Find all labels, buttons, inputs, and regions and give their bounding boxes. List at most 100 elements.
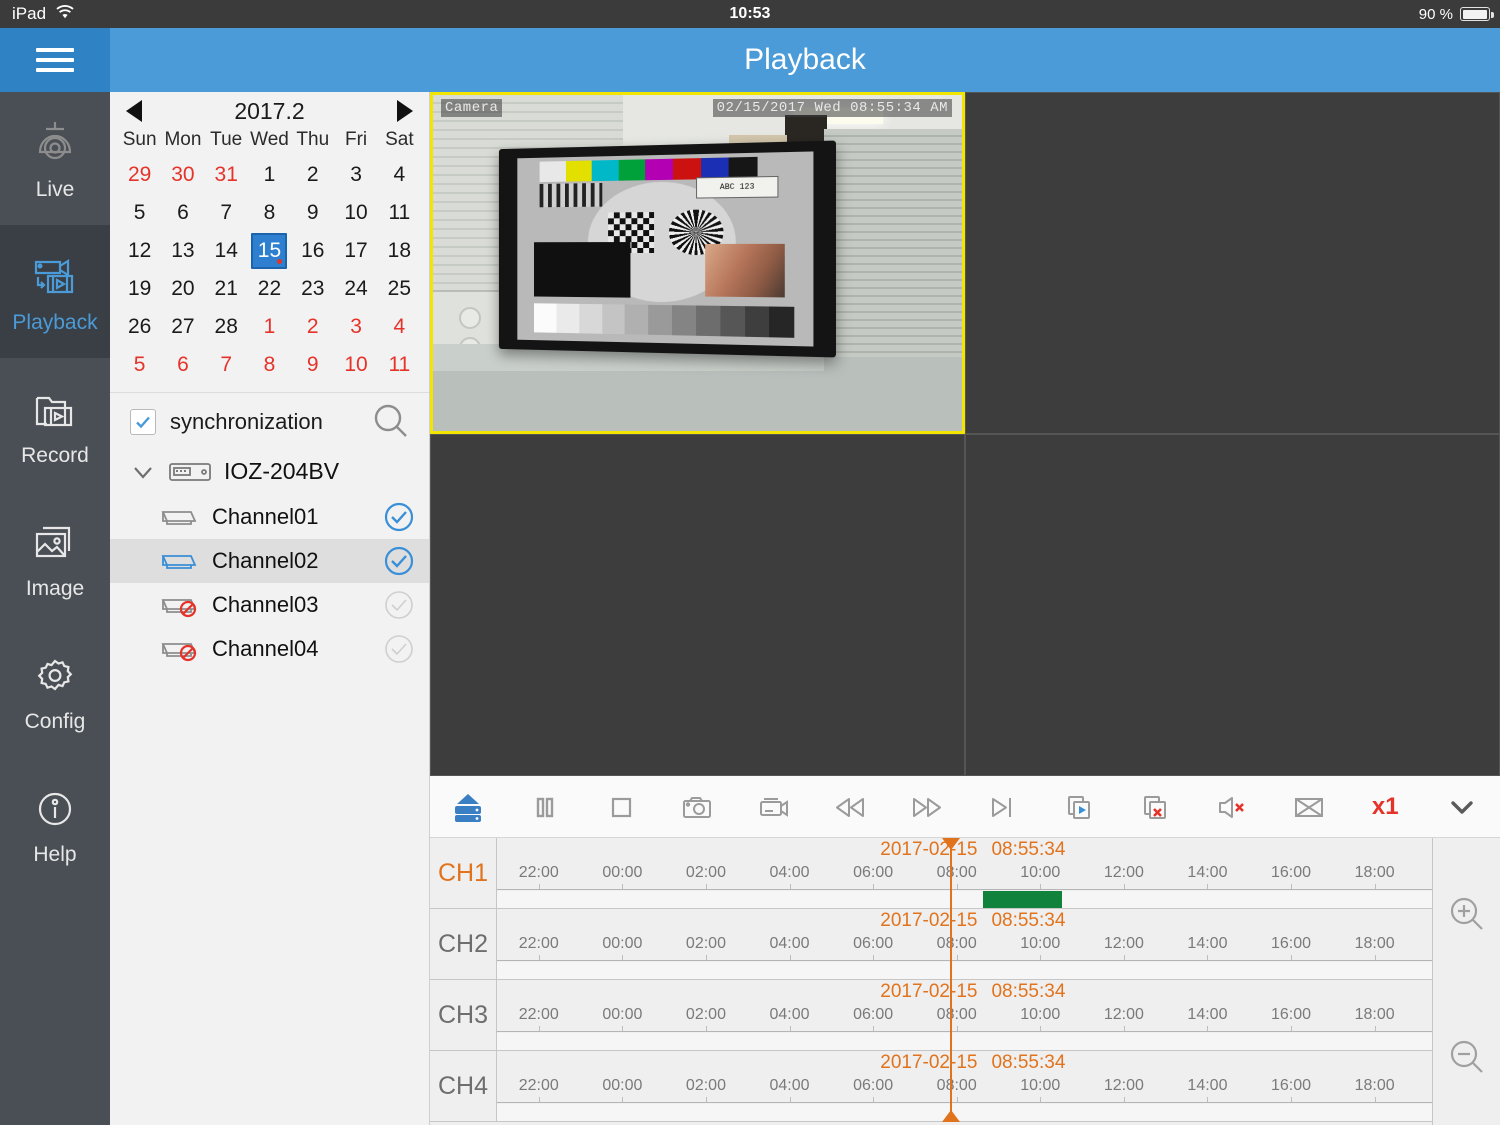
calendar-day-26[interactable]: 26 bbox=[118, 308, 161, 346]
timeline-panel[interactable]: CH1 2017-02-15 08:55:34 22:00 00:00 02:00 04:0… bbox=[430, 838, 1500, 1125]
calendar-day-30[interactable]: 30 bbox=[161, 156, 204, 194]
calendar-day-17[interactable]: 17 bbox=[334, 232, 377, 270]
calendar-day-9[interactable]: 9 bbox=[291, 194, 334, 232]
zoom-out-icon[interactable] bbox=[1445, 1036, 1489, 1080]
calendar-day-1[interactable]: 1 bbox=[248, 156, 291, 194]
snapshot-camera-icon[interactable] bbox=[659, 776, 735, 838]
timeline-row-ch4[interactable]: CH4 2017-02-15 08:55:34 22:00 00:00 02:00 04:0… bbox=[430, 1051, 1500, 1122]
calendar-day-28[interactable]: 28 bbox=[205, 308, 248, 346]
calendar-day-5[interactable]: 5 bbox=[118, 346, 161, 384]
video-pane-1[interactable]: ABC 123 Camera 02/15/2017 Wed 08:55:34 A… bbox=[430, 92, 965, 434]
calendar-day-10[interactable]: 10 bbox=[334, 194, 377, 232]
right-arrow-icon[interactable] bbox=[396, 100, 413, 122]
calendar-day-8[interactable]: 8 bbox=[248, 194, 291, 232]
calendar-day-16[interactable]: 16 bbox=[291, 232, 334, 270]
timeline-track[interactable]: 2017-02-15 08:55:34 22:00 00:00 02:00 04:00 06… bbox=[497, 1051, 1500, 1121]
channel-checkbox[interactable] bbox=[383, 545, 415, 577]
calendar-day-29[interactable]: 29 bbox=[118, 156, 161, 194]
fast-forward-icon[interactable] bbox=[889, 776, 965, 838]
channel-row-1[interactable]: Channel01 bbox=[110, 495, 429, 539]
channel-checkbox[interactable] bbox=[383, 589, 415, 621]
timeline-record-bars[interactable] bbox=[497, 1104, 1500, 1121]
fullscreen-icon[interactable] bbox=[1271, 776, 1347, 838]
pause-icon[interactable] bbox=[506, 776, 582, 838]
sidebar-item-record[interactable]: Record bbox=[0, 358, 110, 491]
zoom-in-icon[interactable] bbox=[1445, 893, 1489, 937]
timeline-row-ch3[interactable]: CH3 2017-02-15 08:55:34 22:00 00:00 02:00 04:0… bbox=[430, 980, 1500, 1051]
calendar-day-22[interactable]: 22 bbox=[248, 270, 291, 308]
next-frame-icon[interactable] bbox=[965, 776, 1041, 838]
calendar-day-6[interactable]: 6 bbox=[161, 194, 204, 232]
storage-device-icon[interactable] bbox=[430, 776, 506, 838]
search-magnifier-icon[interactable] bbox=[369, 400, 413, 444]
video-pane-3[interactable] bbox=[430, 434, 965, 776]
sidebar-item-image[interactable]: Image bbox=[0, 491, 110, 624]
timeline-row-ch1[interactable]: CH1 2017-02-15 08:55:34 22:00 00:00 02:00 04:0… bbox=[430, 838, 1500, 909]
timeline-track[interactable]: 2017-02-15 08:55:34 22:00 00:00 02:00 04:00 06… bbox=[497, 838, 1500, 908]
rewind-icon[interactable] bbox=[812, 776, 888, 838]
calendar-day-7[interactable]: 7 bbox=[205, 346, 248, 384]
channel-row-3[interactable]: Channel03 bbox=[110, 583, 429, 627]
calendar-day-2[interactable]: 2 bbox=[291, 156, 334, 194]
calendar-day-27[interactable]: 27 bbox=[161, 308, 204, 346]
video-pane-2[interactable] bbox=[965, 92, 1500, 434]
calendar-day-4[interactable]: 4 bbox=[378, 308, 421, 346]
calendar-day-3[interactable]: 3 bbox=[334, 308, 377, 346]
calendar-day-6[interactable]: 6 bbox=[161, 346, 204, 384]
timeline-record-segment[interactable] bbox=[983, 891, 1062, 908]
calendar-day-20[interactable]: 20 bbox=[161, 270, 204, 308]
calendar-day-1[interactable]: 1 bbox=[248, 308, 291, 346]
calendar-day-24[interactable]: 24 bbox=[334, 270, 377, 308]
calendar-day-14[interactable]: 14 bbox=[205, 232, 248, 270]
sidebar-item-config[interactable]: Config bbox=[0, 624, 110, 757]
timeline-record-bars[interactable] bbox=[497, 1033, 1500, 1050]
calendar-day-12[interactable]: 12 bbox=[118, 232, 161, 270]
calendar-day-10[interactable]: 10 bbox=[334, 346, 377, 384]
hamburger-menu-icon[interactable] bbox=[0, 28, 110, 92]
synchronization-checkbox[interactable] bbox=[130, 408, 156, 435]
calendar-day-7[interactable]: 7 bbox=[205, 194, 248, 232]
timeline-track[interactable]: 2017-02-15 08:55:34 22:00 00:00 02:00 04:00 06… bbox=[497, 909, 1500, 979]
calendar-day-23[interactable]: 23 bbox=[291, 270, 334, 308]
left-arrow-icon[interactable] bbox=[126, 100, 142, 122]
calendar-day-5[interactable]: 5 bbox=[118, 194, 161, 232]
mute-icon[interactable] bbox=[1194, 776, 1270, 838]
channel-checkbox[interactable] bbox=[383, 501, 415, 533]
timeline-record-bars[interactable] bbox=[497, 891, 1500, 908]
collapse-chevron-icon[interactable] bbox=[1423, 776, 1499, 838]
calendar-day-21[interactable]: 21 bbox=[205, 270, 248, 308]
timeline-track[interactable]: 2017-02-15 08:55:34 22:00 00:00 02:00 04:00 06… bbox=[497, 980, 1500, 1050]
calendar-day-9[interactable]: 9 bbox=[291, 346, 334, 384]
stop-icon[interactable] bbox=[583, 776, 659, 838]
calendar-day-18[interactable]: 18 bbox=[378, 232, 421, 270]
sidebar-item-help[interactable]: Help bbox=[0, 757, 110, 890]
calendar-day-13[interactable]: 13 bbox=[161, 232, 204, 270]
sidebar-item-playback[interactable]: Playback bbox=[0, 225, 110, 358]
calendar-day-4[interactable]: 4 bbox=[378, 156, 421, 194]
channel-checkbox[interactable] bbox=[383, 633, 415, 665]
calendar-day-25[interactable]: 25 bbox=[378, 270, 421, 308]
calendar-day-8[interactable]: 8 bbox=[248, 346, 291, 384]
timeline-row-ch2[interactable]: CH2 2017-02-15 08:55:34 22:00 00:00 02:00 04:0… bbox=[430, 909, 1500, 980]
calendar-day-11[interactable]: 11 bbox=[378, 194, 421, 232]
calendar-day-19[interactable]: 19 bbox=[118, 270, 161, 308]
speed-indicator[interactable]: x1 bbox=[1347, 776, 1423, 838]
clip-start-icon[interactable] bbox=[1041, 776, 1117, 838]
channel-row-4[interactable]: Channel04 bbox=[110, 627, 429, 671]
calendar-day-11[interactable]: 11 bbox=[378, 346, 421, 384]
channel-row-2[interactable]: Channel02 bbox=[110, 539, 429, 583]
calendar-day-label: 5 bbox=[133, 201, 146, 224]
synchronization-row[interactable]: synchronization bbox=[110, 392, 429, 450]
calendar-day-2[interactable]: 2 bbox=[291, 308, 334, 346]
chevron-down-icon[interactable] bbox=[130, 459, 156, 485]
device-tree-root[interactable]: IOZ-204BV bbox=[110, 450, 429, 495]
calendar-day-15[interactable]: 15 bbox=[248, 232, 291, 270]
calendar-day-3[interactable]: 3 bbox=[334, 156, 377, 194]
video-pane-4[interactable] bbox=[965, 434, 1500, 776]
clip-cancel-icon[interactable] bbox=[1118, 776, 1194, 838]
calendar-day-31[interactable]: 31 bbox=[205, 156, 248, 194]
sidebar-item-live[interactable]: Live bbox=[0, 92, 110, 225]
timeline-record-bars[interactable] bbox=[497, 962, 1500, 979]
video-record-icon[interactable] bbox=[736, 776, 812, 838]
timeline-playhead[interactable] bbox=[942, 838, 961, 1122]
